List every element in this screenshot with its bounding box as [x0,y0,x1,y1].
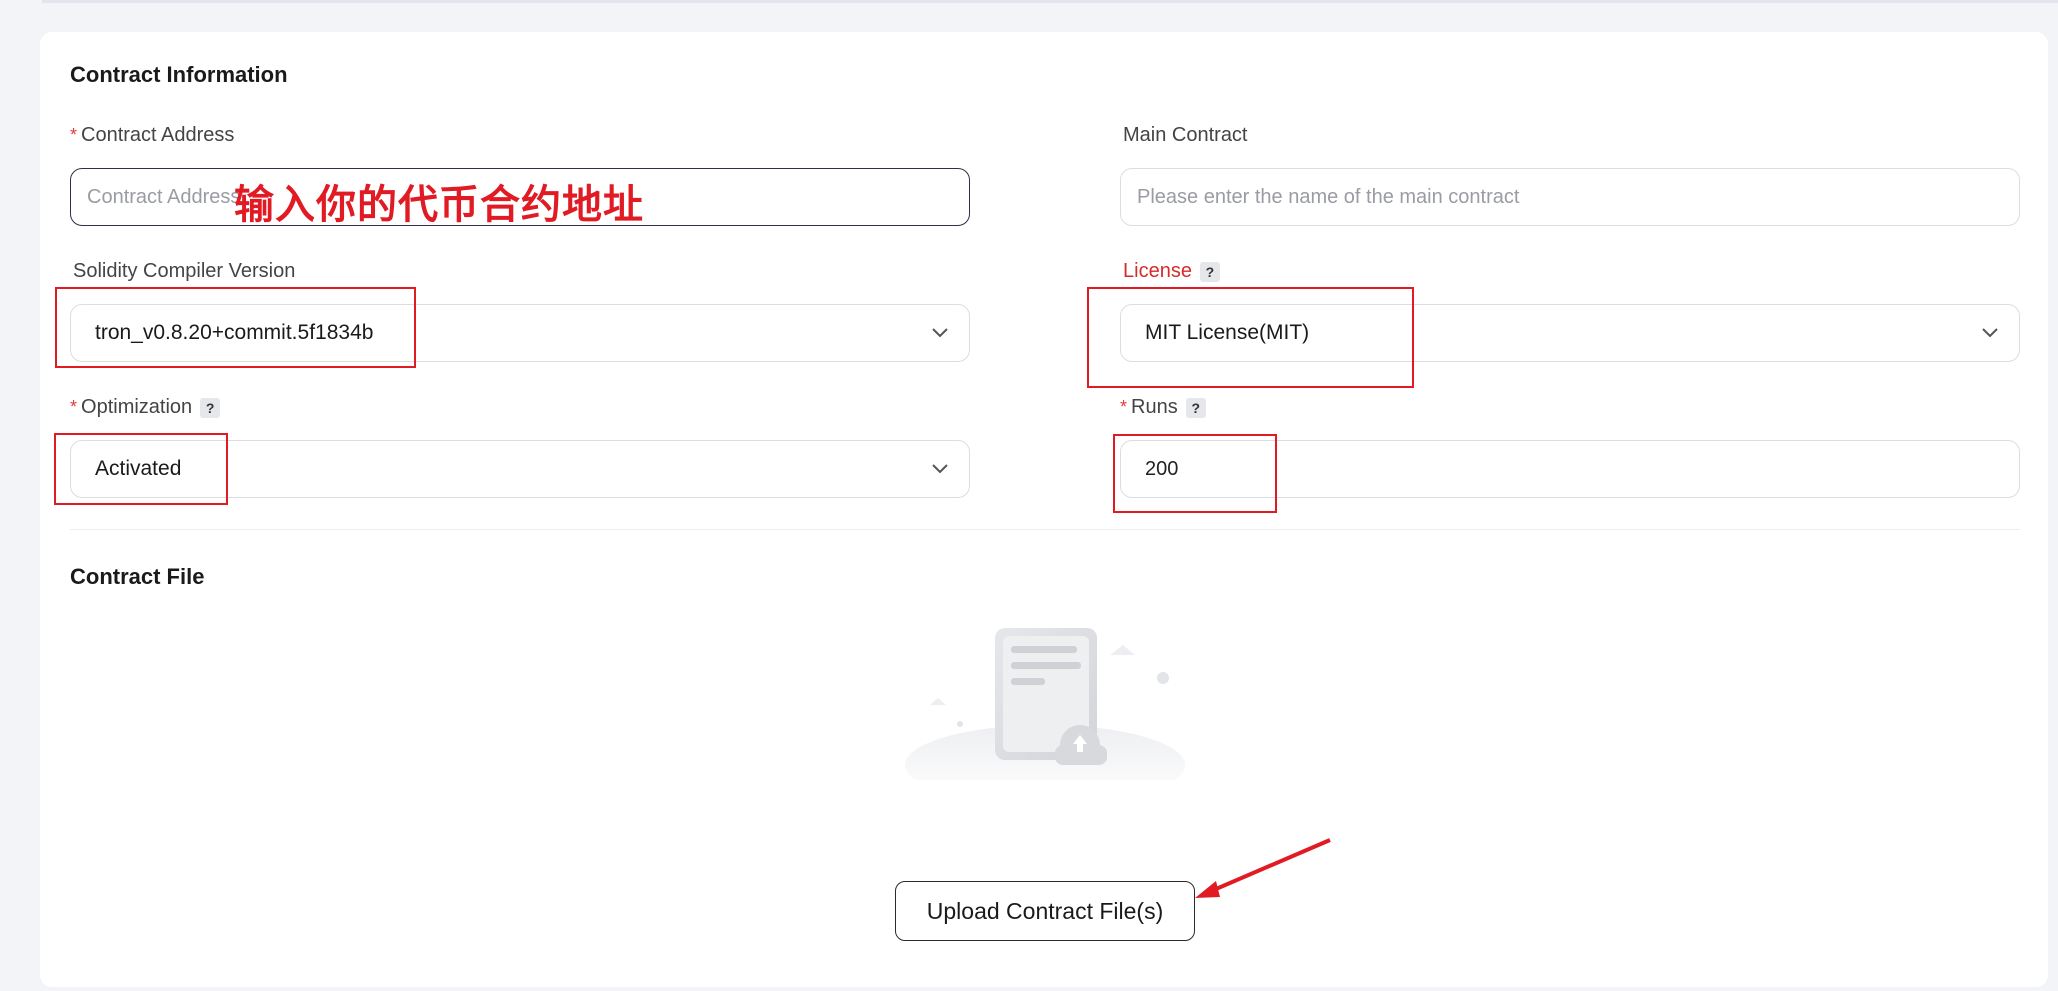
main-contract-label: Main Contract [1123,124,1248,147]
runs-input[interactable] [1121,457,2019,481]
license-value: MIT License(MIT) [1145,321,1310,344]
contract-address-label: * Contract Address [70,124,234,147]
compiler-version-select[interactable]: tron_v0.8.20+commit.5f1834b [70,304,970,362]
section-title-contract-information: Contract Information [70,62,288,87]
chevron-down-icon [931,324,949,342]
chevron-down-icon [931,460,949,478]
main-contract-field[interactable] [1120,168,2020,226]
compiler-version-label-text: Solidity Compiler Version [73,260,296,282]
required-star: * [1120,397,1128,417]
required-star: * [70,125,78,145]
section-divider [70,529,2020,530]
runs-field[interactable] [1120,440,2020,498]
chevron-down-icon [1981,324,1999,342]
runs-label: * Runs ? [1120,396,1206,419]
optimization-label-text: Optimization [81,396,193,418]
upload-contract-files-button[interactable]: Upload Contract File(s) [895,881,1195,941]
annotation-arrow-icon [1195,838,1331,898]
optimization-label: * Optimization ? [70,396,221,419]
question-icon[interactable]: ? [200,397,221,418]
section-title-contract-file: Contract File [70,564,205,589]
license-select[interactable]: MIT License(MIT) [1120,304,2020,362]
required-star: * [70,397,78,417]
question-icon[interactable]: ? [1199,261,1220,282]
top-strip [42,0,2058,3]
contract-address-label-text: Contract Address [81,124,235,146]
question-icon[interactable]: ? [1185,397,1206,418]
optimization-value: Activated [95,457,182,480]
compiler-version-label: Solidity Compiler Version [73,260,295,283]
license-label-text: License [1123,260,1192,282]
document-upload-icon [905,620,1185,805]
main-contract-label-text: Main Contract [1123,124,1248,146]
main-contract-input[interactable] [1121,185,2019,209]
optimization-select[interactable]: Activated [70,440,970,498]
compiler-version-value: tron_v0.8.20+commit.5f1834b [95,321,374,344]
license-label: License ? [1123,260,1220,283]
annotation-text: 输入你的代币合约地址 [234,182,644,228]
runs-label-text: Runs [1131,396,1178,418]
